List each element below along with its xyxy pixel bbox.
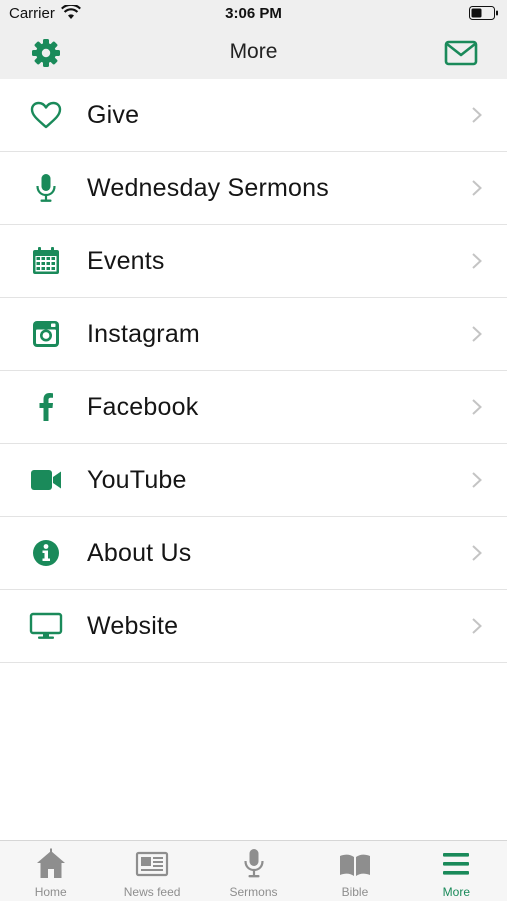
menu-item-facebook[interactable]: Facebook [0,371,507,444]
chevron-right-icon [472,107,482,123]
tab-label: More [442,885,470,899]
chevron-right-icon [472,618,482,634]
tab-news-feed[interactable]: News feed [101,841,202,901]
chevron-right-icon [472,253,482,269]
menu-item-about-us[interactable]: About Us [0,517,507,590]
tab-home[interactable]: Home [0,841,101,901]
microphone-icon [28,172,64,204]
menu-item-label: Instagram [87,320,200,348]
info-icon [28,537,64,569]
tab-label: Home [34,885,67,899]
menu-item-label: Give [87,101,140,129]
chevron-right-icon [472,545,482,561]
chevron-right-icon [472,472,482,488]
chevron-right-icon [472,180,482,196]
menu-item-instagram[interactable]: Instagram [0,298,507,371]
microphone-icon [243,849,264,878]
menu-item-label: About Us [87,539,192,567]
instagram-icon [28,318,64,350]
menu-icon [443,853,470,875]
newspaper-icon [136,851,169,877]
tab-sermons[interactable]: Sermons [203,841,304,901]
menu-item-give[interactable]: Give [0,79,507,152]
menu-item-youtube[interactable]: YouTube [0,444,507,517]
calendar-icon [28,245,64,277]
mail-icon[interactable] [444,39,478,67]
menu-item-label: Facebook [87,393,199,421]
chevron-right-icon [472,326,482,342]
tab-bar: Home News feed Sermons Bible More [0,840,507,901]
more-menu-list: Give Wednesday Sermons Events Instagram … [0,79,507,663]
home-icon [36,848,65,878]
navigation-bar: More [0,28,507,80]
tab-label: Bible [341,885,369,899]
menu-item-wednesday-sermons[interactable]: Wednesday Sermons [0,152,507,225]
heart-icon [28,99,64,131]
menu-item-website[interactable]: Website [0,590,507,663]
tab-label: Sermons [229,885,278,899]
menu-item-label: YouTube [87,466,187,494]
menu-item-label: Website [87,612,179,640]
facebook-icon [28,391,64,423]
book-icon [339,854,370,876]
monitor-icon [28,610,64,642]
tab-label: News feed [123,885,181,899]
menu-item-events[interactable]: Events [0,225,507,298]
tab-bible[interactable]: Bible [304,841,405,901]
tab-more[interactable]: More [406,841,507,901]
menu-item-label: Wednesday Sermons [87,174,329,202]
video-camera-icon [28,464,64,496]
status-bar: Carrier 3:06 PM [0,0,507,28]
battery-icon [469,6,498,20]
clock-time: 3:06 PM [225,5,282,22]
chevron-right-icon [472,399,482,415]
page-title: More [229,40,278,63]
menu-item-label: Events [87,247,165,275]
